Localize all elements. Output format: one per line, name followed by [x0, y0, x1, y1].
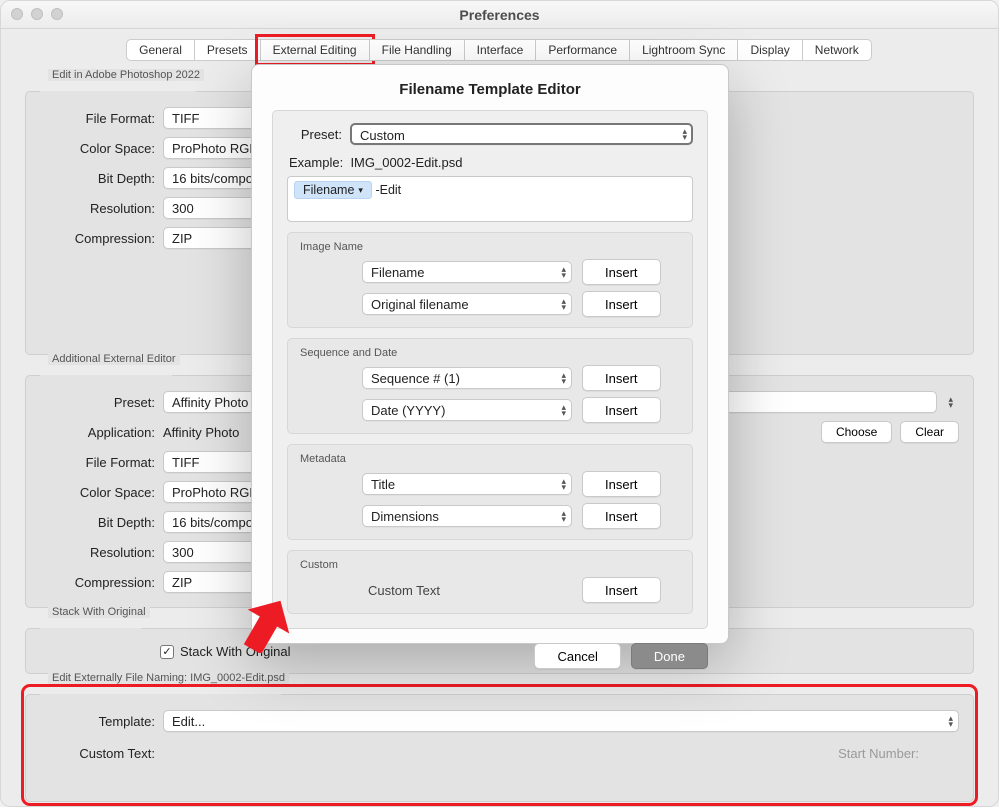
resolution-label: Resolution:: [40, 201, 155, 216]
start-number-label: Start Number:: [838, 746, 919, 761]
chevron-updown-icon: ▴▾: [948, 396, 953, 408]
insert-button[interactable]: Insert: [582, 397, 661, 423]
preferences-window: Preferences General Presets External Edi…: [0, 0, 999, 807]
tab-display[interactable]: Display: [737, 39, 802, 61]
group-additional-legend: Additional External Editor: [48, 353, 180, 365]
example-label: Example:: [289, 155, 343, 170]
minimize-icon[interactable]: [31, 8, 43, 20]
preset-label: Preset:: [40, 395, 155, 410]
tab-lightroom-sync[interactable]: Lightroom Sync: [629, 39, 738, 61]
example-value: IMG_0002-Edit.psd: [350, 155, 462, 170]
tab-interface[interactable]: Interface: [464, 39, 537, 61]
image-name-select-1[interactable]: Filename: [362, 261, 572, 283]
template-label: Template:: [40, 714, 155, 729]
dialog-body: Preset: Custom ▴▾ Example: IMG_0002-Edit…: [272, 110, 708, 629]
bit-depth-label: Bit Depth:: [40, 171, 155, 186]
section-sequence-date: Sequence and Date Sequence # (1) ▴▾ Inse…: [287, 338, 693, 434]
chevron-down-icon: ▾: [358, 185, 363, 196]
tab-external-editing[interactable]: External Editing: [260, 39, 370, 61]
template-select[interactable]: Edit...: [163, 710, 959, 732]
section-custom: Custom Custom Text Insert: [287, 550, 693, 614]
window-title: Preferences: [459, 7, 539, 23]
token-filename[interactable]: Filename ▾: [294, 181, 372, 199]
insert-button[interactable]: Insert: [582, 291, 661, 317]
section-image-name: Image Name Filename ▴▾ Insert Original f…: [287, 232, 693, 328]
group-file-naming-legend: Edit Externally File Naming: IMG_0002-Ed…: [48, 672, 289, 684]
done-button[interactable]: Done: [631, 643, 708, 669]
tab-general[interactable]: General: [126, 39, 195, 61]
section-sequence-title: Sequence and Date: [300, 347, 680, 359]
token-literal-text: -Edit: [375, 183, 401, 197]
color-space-label: Color Space:: [40, 141, 155, 156]
dialog-example: Example: IMG_0002-Edit.psd: [289, 155, 693, 170]
dialog-preset-select[interactable]: Custom: [350, 123, 693, 145]
section-image-name-title: Image Name: [300, 241, 680, 253]
tab-performance[interactable]: Performance: [535, 39, 630, 61]
group-photoshop-legend: Edit in Adobe Photoshop 2022: [48, 69, 204, 81]
cancel-button[interactable]: Cancel: [534, 643, 620, 669]
metadata-select-1[interactable]: Title: [362, 473, 572, 495]
metadata-select-2[interactable]: Dimensions: [362, 505, 572, 527]
stack-checkbox[interactable]: ✓: [160, 645, 174, 659]
close-icon[interactable]: [11, 8, 23, 20]
color-space-label-2: Color Space:: [40, 485, 155, 500]
custom-text-label: Custom Text:: [40, 746, 155, 761]
file-format-label: File Format:: [40, 111, 155, 126]
titlebar: Preferences: [1, 1, 998, 29]
sequence-select-1[interactable]: Sequence # (1): [362, 367, 572, 389]
clear-button[interactable]: Clear: [900, 421, 959, 443]
custom-text-static: Custom Text: [362, 583, 572, 598]
image-name-select-2[interactable]: Original filename: [362, 293, 572, 315]
resolution-label-2: Resolution:: [40, 545, 155, 560]
window-controls: [11, 8, 63, 20]
insert-button[interactable]: Insert: [582, 471, 661, 497]
filename-template-editor-dialog: Filename Template Editor Preset: Custom …: [251, 64, 729, 644]
sequence-select-2[interactable]: Date (YYYY): [362, 399, 572, 421]
compression-label: Compression:: [40, 231, 155, 246]
annotation-arrow-icon: [233, 593, 293, 653]
insert-button[interactable]: Insert: [582, 577, 661, 603]
dialog-preset-label: Preset:: [287, 127, 342, 142]
group-file-naming: Edit Externally File Naming: IMG_0002-Ed…: [25, 688, 974, 802]
template-token-field[interactable]: Filename ▾ -Edit: [287, 176, 693, 222]
group-stack-legend: Stack With Original: [48, 606, 150, 618]
choose-button[interactable]: Choose: [821, 421, 892, 443]
tab-presets[interactable]: Presets: [194, 39, 261, 61]
insert-button[interactable]: Insert: [582, 365, 661, 391]
section-custom-title: Custom: [300, 559, 680, 571]
application-label: Application:: [40, 425, 155, 440]
compression-label-2: Compression:: [40, 575, 155, 590]
insert-button[interactable]: Insert: [582, 259, 661, 285]
insert-button[interactable]: Insert: [582, 503, 661, 529]
dialog-title: Filename Template Editor: [252, 81, 728, 98]
section-metadata-title: Metadata: [300, 453, 680, 465]
section-metadata: Metadata Title ▴▾ Insert Dimensions ▴▾ I…: [287, 444, 693, 540]
tab-network[interactable]: Network: [802, 39, 872, 61]
tab-file-handling[interactable]: File Handling: [369, 39, 465, 61]
preferences-tabbar: General Presets External Editing File Ha…: [1, 29, 998, 65]
file-format-label-2: File Format:: [40, 455, 155, 470]
bit-depth-label-2: Bit Depth:: [40, 515, 155, 530]
zoom-icon[interactable]: [51, 8, 63, 20]
